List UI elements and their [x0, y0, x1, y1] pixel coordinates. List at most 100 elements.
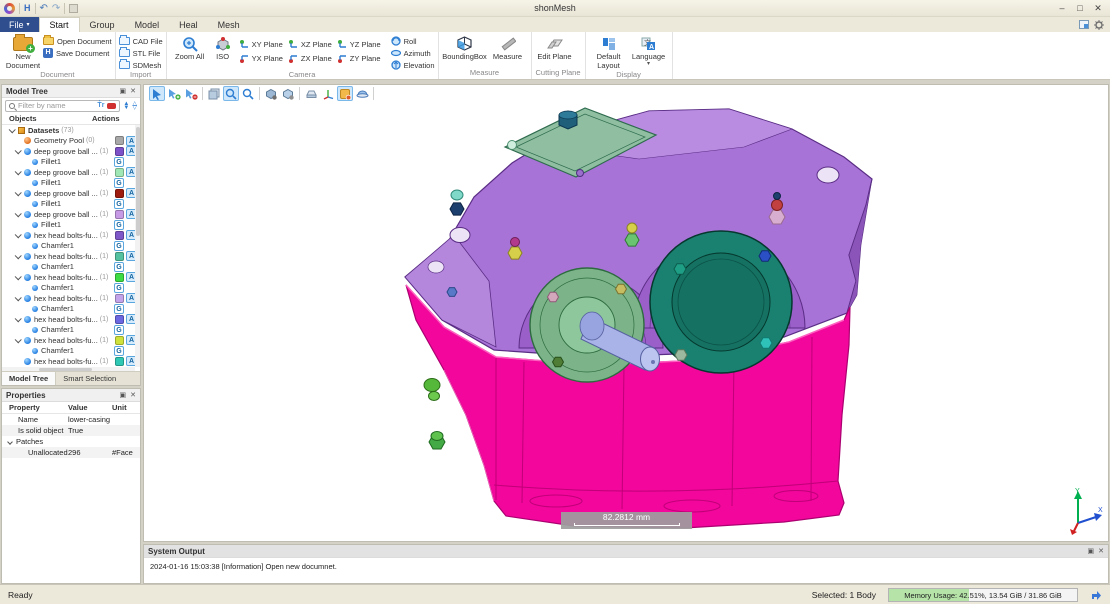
zx-plane-button[interactable]: ZX Plane	[289, 53, 332, 63]
maximize-icon[interactable]: □	[1072, 2, 1088, 15]
property-row-name[interactable]: Name lower-casing	[2, 414, 140, 425]
zy-plane-button[interactable]: ZY Plane	[338, 53, 381, 63]
tree-subitem[interactable]: Fillet1G	[2, 178, 140, 189]
tree-item[interactable]: hex head bolts-fu...(1)A	[2, 230, 140, 241]
viewport-3d[interactable]: 82.2812 mm Y X	[143, 84, 1109, 542]
action-g-button[interactable]: G	[114, 157, 124, 167]
notification-icon[interactable]	[1090, 589, 1102, 601]
action-g-button[interactable]: G	[114, 346, 124, 356]
tree-item[interactable]: deep groove ball ...(1)A	[2, 188, 140, 199]
collapse-all-icon[interactable]: △▽	[132, 102, 137, 110]
color-swatch[interactable]	[115, 294, 124, 303]
action-g-button[interactable]: G	[114, 199, 124, 209]
save-icon[interactable]: H	[24, 3, 31, 14]
tree-subitem[interactable]: Chamfer1G	[2, 241, 140, 252]
tree-item[interactable]: hex head bolts-fu...(1)A	[2, 356, 140, 367]
layout-window-icon[interactable]	[1079, 20, 1089, 29]
close-panel-icon[interactable]: ✕	[130, 391, 136, 400]
color-swatch[interactable]	[115, 231, 124, 240]
expander-icon[interactable]	[9, 126, 16, 133]
action-g-button[interactable]: G	[114, 283, 124, 293]
clear-filter-icon[interactable]	[107, 103, 116, 109]
boundingbox-button[interactable]: BoundingBox	[442, 34, 488, 62]
xz-plane-button[interactable]: XZ Plane	[289, 39, 332, 49]
expand-all-icon[interactable]: ▲▼	[123, 102, 129, 110]
tree-item[interactable]: hex head bolts-fu...(1)A	[2, 314, 140, 325]
tab-mesh[interactable]: Mesh	[208, 17, 250, 32]
axis-triad-icon[interactable]	[320, 86, 336, 101]
color-swatch[interactable]	[115, 147, 124, 156]
expander-icon[interactable]	[15, 168, 22, 175]
tree-item[interactable]: hex head bolts-fu...(1)A	[2, 335, 140, 346]
expander-icon[interactable]	[15, 294, 22, 301]
zoom-all-button[interactable]: Zoom All	[170, 34, 210, 62]
action-g-button[interactable]: G	[114, 304, 124, 314]
orientation-box-icon[interactable]	[337, 86, 353, 101]
select-remove-cursor[interactable]	[183, 86, 199, 101]
property-row-patches[interactable]: Patches	[2, 436, 140, 447]
tree-vertical-scrollbar[interactable]	[135, 125, 140, 367]
tree-subitem[interactable]: Chamfer1G	[2, 346, 140, 357]
property-row-unallocated[interactable]: Unallocated 296 #Face	[2, 447, 140, 458]
tab-start[interactable]: Start	[39, 17, 80, 32]
settings-gear-icon[interactable]	[1094, 20, 1104, 30]
expander-icon[interactable]	[15, 147, 22, 154]
tab-model[interactable]: Model	[125, 17, 170, 32]
roll-button[interactable]: Roll	[391, 36, 435, 46]
yx-plane-button[interactable]: YX Plane	[240, 53, 283, 63]
property-row-is-solid[interactable]: Is solid object True	[2, 425, 140, 436]
duplicate-icon[interactable]	[206, 86, 222, 101]
expander-icon[interactable]	[15, 336, 22, 343]
expander-icon[interactable]	[7, 439, 13, 445]
ground-plane-icon[interactable]	[354, 86, 370, 101]
color-swatch[interactable]	[115, 273, 124, 282]
tree-subitem[interactable]: Fillet1G	[2, 220, 140, 231]
tree-item[interactable]: deep groove ball ...(1)A	[2, 146, 140, 157]
tree-subitem[interactable]: Chamfer1G	[2, 325, 140, 336]
stl-file-button[interactable]: STL File	[119, 48, 163, 58]
tab-smart-selection[interactable]: Smart Selection	[56, 372, 123, 385]
float-panel-icon[interactable]: ▣	[120, 87, 127, 96]
zoom-dynamic-icon[interactable]	[240, 86, 256, 101]
hide-body-icon[interactable]	[263, 86, 279, 101]
color-swatch[interactable]	[115, 315, 124, 324]
action-g-button[interactable]: G	[114, 241, 124, 251]
yz-plane-button[interactable]: YZ Plane	[338, 39, 381, 49]
sdmesh-button[interactable]: SDMesh	[119, 60, 163, 70]
color-swatch[interactable]	[115, 357, 124, 366]
tree-subitem[interactable]: Chamfer1G	[2, 283, 140, 294]
tree-subitem[interactable]: Chamfer1G	[2, 262, 140, 273]
expander-icon[interactable]	[15, 231, 22, 238]
tree-item[interactable]: hex head bolts-fu...(1)A	[2, 293, 140, 304]
select-add-cursor[interactable]	[166, 86, 182, 101]
float-panel-icon[interactable]: ▣	[1088, 547, 1095, 556]
edit-plane-button[interactable]: Edit Plane	[535, 34, 575, 62]
measure-button[interactable]: Measure	[488, 34, 528, 62]
color-swatch[interactable]	[115, 168, 124, 177]
expander-icon[interactable]	[15, 252, 22, 259]
azimuth-button[interactable]: Azimuth	[391, 48, 435, 58]
tree-item[interactable]: deep groove ball ...(1)A	[2, 209, 140, 220]
color-swatch[interactable]	[115, 189, 124, 198]
close-panel-icon[interactable]: ✕	[1098, 547, 1104, 556]
minimize-icon[interactable]: –	[1054, 2, 1070, 15]
open-document-button[interactable]: Open Document	[43, 36, 112, 46]
tree-subitem[interactable]: Fillet1G	[2, 157, 140, 168]
redo-icon[interactable]: ↷	[52, 3, 60, 14]
save-document-button[interactable]: HSave Document	[43, 48, 112, 58]
color-swatch[interactable]	[115, 336, 124, 345]
tree-root-datasets[interactable]: Datasets (73)	[2, 125, 140, 136]
fit-view-icon[interactable]	[303, 86, 319, 101]
cad-file-button[interactable]: CAD File	[119, 36, 163, 46]
show-body-icon[interactable]	[280, 86, 296, 101]
color-swatch[interactable]	[115, 136, 124, 145]
text-filter-icon[interactable]: T̽r	[97, 102, 104, 109]
expander-icon[interactable]	[15, 315, 22, 322]
tree-item[interactable]: hex head bolts-fu...(1)A	[2, 251, 140, 262]
expander-icon[interactable]	[15, 210, 22, 217]
action-g-button[interactable]: G	[114, 325, 124, 335]
xy-plane-button[interactable]: XY Plane	[240, 39, 283, 49]
file-menu-button[interactable]: File▾	[0, 17, 39, 32]
undo-icon[interactable]: ↶	[40, 3, 48, 14]
gearbox-model[interactable]	[144, 85, 1109, 542]
